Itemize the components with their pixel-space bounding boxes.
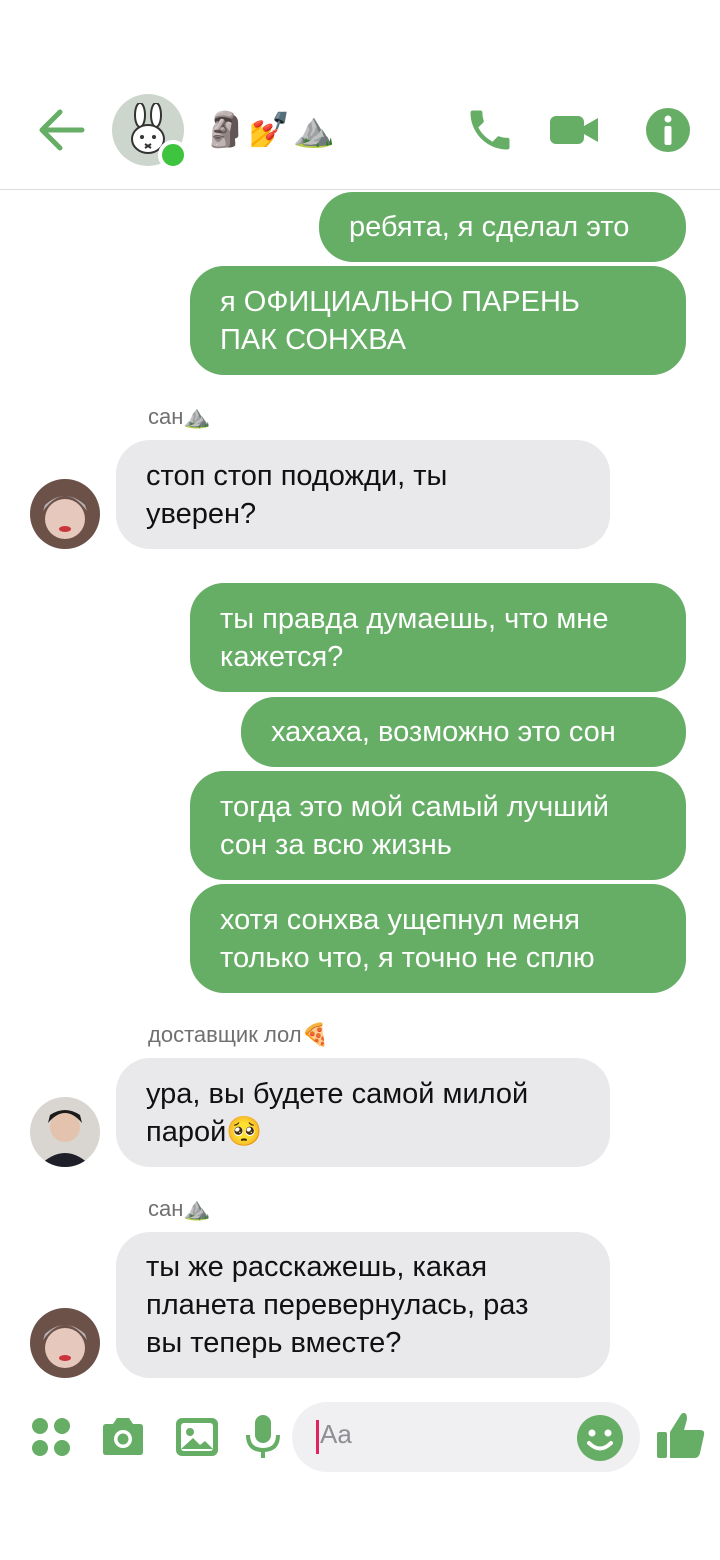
video-camera-icon [550, 116, 598, 144]
avatar[interactable] [30, 479, 100, 549]
camera-button[interactable] [98, 1412, 148, 1462]
online-status-dot [158, 140, 188, 170]
group-avatar[interactable] [112, 94, 188, 170]
message-bubble-outgoing[interactable]: ребята, я сделал это [319, 192, 686, 262]
emoji-button[interactable] [574, 1412, 626, 1464]
message-list[interactable]: ребята, я сделал это я ОФИЦИАЛЬНО ПАРЕНЬ… [0, 190, 720, 1390]
apps-button[interactable] [26, 1412, 76, 1462]
smiley-icon [577, 1415, 623, 1461]
camera-icon [103, 1418, 143, 1455]
message-bubble-outgoing[interactable]: я ОФИЦИАЛЬНО ПАРЕНЬ ПАК СОНХВА [190, 266, 686, 375]
image-icon [176, 1418, 218, 1456]
microphone-icon [246, 1415, 280, 1458]
avatar[interactable] [30, 1097, 100, 1167]
sender-name: сан⛰️ [148, 1196, 211, 1221]
chat-title[interactable]: 🗿💅⛰️ [204, 106, 337, 154]
gallery-button[interactable] [172, 1412, 222, 1462]
sender-name: доставщик лол🍕 [148, 1022, 330, 1047]
voice-message-button[interactable] [238, 1412, 288, 1462]
text-caret [316, 1420, 319, 1454]
avatar[interactable] [30, 1308, 100, 1378]
message-input[interactable]: Aa [292, 1402, 640, 1472]
arrow-left-icon [39, 109, 85, 151]
apps-grid-icon [32, 1418, 70, 1456]
back-button[interactable] [36, 106, 88, 154]
message-bubble-incoming[interactable]: ты же расскажешь, какая планета переверн… [116, 1232, 610, 1378]
message-bubble-outgoing[interactable]: тогда это мой самый лучший сон за всю жи… [190, 771, 686, 880]
chat-header: 🗿💅⛰️ [0, 0, 720, 190]
message-bubble-incoming[interactable]: ура, вы будете самой милой парой🥺 [116, 1058, 610, 1167]
message-bubble-outgoing[interactable]: ты правда думаешь, что мне кажется? [190, 583, 686, 692]
voice-call-button[interactable] [464, 104, 516, 156]
message-bubble-outgoing[interactable]: хахаха, возможно это сон [241, 697, 686, 767]
message-bubble-incoming[interactable]: стоп стоп подожди, ты уверен? [116, 440, 610, 549]
info-button[interactable] [642, 104, 694, 156]
message-composer: Aa [0, 1394, 720, 1484]
like-button[interactable] [654, 1408, 708, 1462]
message-bubble-outgoing[interactable]: хотя сонхва ущепнул меня только что, я т… [190, 884, 686, 993]
video-call-button[interactable] [548, 104, 600, 156]
input-placeholder: Aa [320, 1419, 352, 1449]
thumbs-up-icon [657, 1412, 705, 1458]
sender-name: сан⛰️ [148, 404, 211, 429]
info-icon [646, 108, 690, 152]
phone-icon [470, 110, 510, 150]
